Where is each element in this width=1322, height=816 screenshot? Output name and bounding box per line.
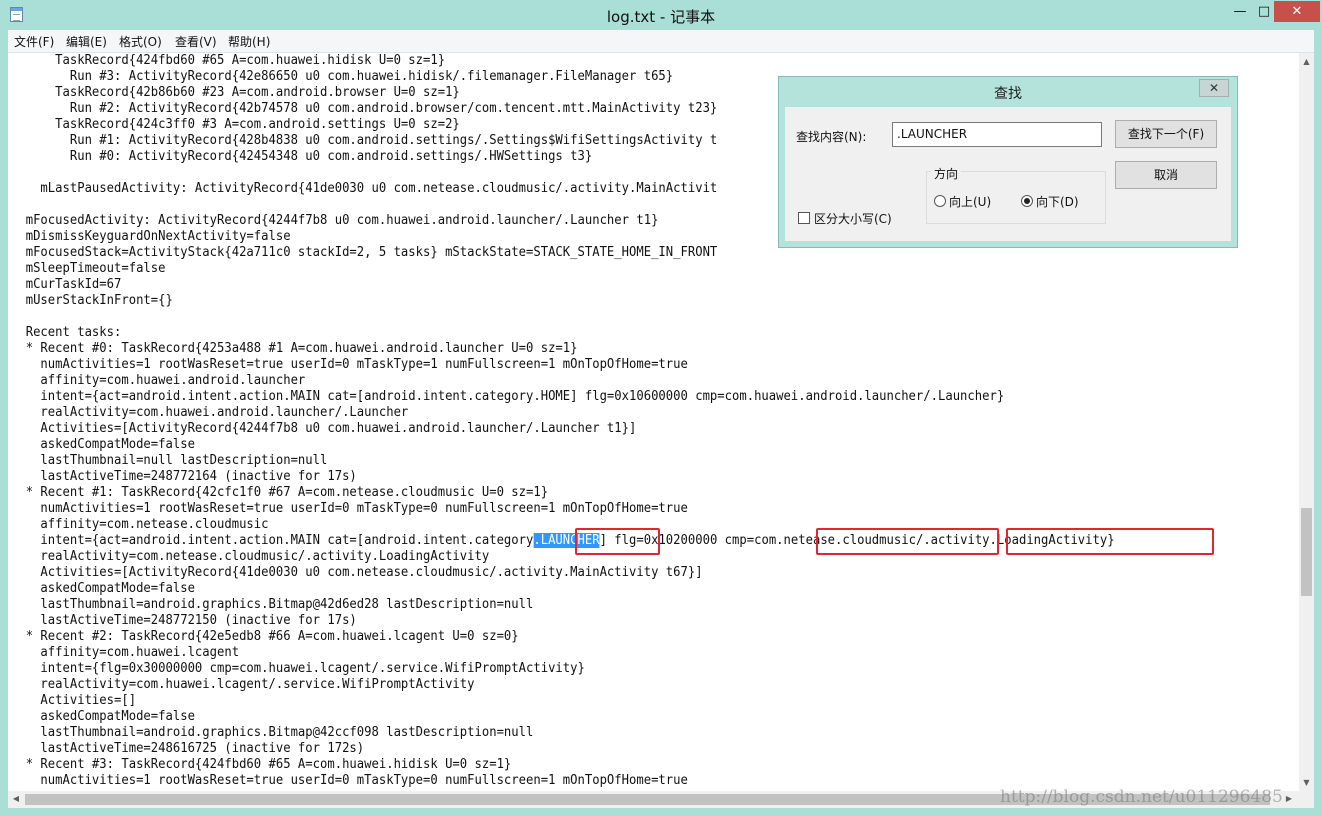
log-line: lastThumbnail=android.graphics.Bitmap@42… [11,725,534,740]
log-line: askedCompatMode=false [11,581,195,596]
scroll-right-arrow-icon[interactable]: ▶ [1284,794,1294,804]
log-line: Activities=[ActivityRecord{4244f7b8 u0 c… [11,421,637,436]
log-line: askedCompatMode=false [11,709,195,724]
log-line: intent={flg=0x30000000 cmp=com.huawei.lc… [11,661,585,676]
log-line: mSleepTimeout=false [11,261,166,276]
log-line: affinity=com.huawei.android.launcher [11,373,306,388]
log-line: lastThumbnail=android.graphics.Bitmap@42… [11,597,534,612]
scroll-up-arrow-icon[interactable]: ▲ [1301,57,1312,67]
highlight-box-launcher [575,528,660,555]
log-line: * Recent #2: TaskRecord{42e5edb8 #66 A=c… [11,629,519,644]
log-line: Activities=[ActivityRecord{41de0030 u0 c… [11,565,703,580]
log-line: intent={act=android.intent.action.MAIN c… [11,389,1005,404]
menu-format[interactable]: 格式(O) [119,33,162,50]
direction-label: 方向 [931,165,962,182]
intent-line-pre: intent={act=android.intent.action.MAIN c… [11,533,534,548]
find-dialog-close-button[interactable]: ✕ [1199,79,1229,97]
menu-file[interactable]: 文件(F) [14,33,54,50]
notepad-window: log.txt - 记事本 — □ ✕ 文件(F) 编辑(E) 格式(O) 查看… [0,0,1322,816]
minimize-button[interactable]: — [1226,1,1254,22]
title-bar[interactable]: log.txt - 记事本 — □ ✕ [0,0,1322,30]
direction-up-radio[interactable] [934,195,946,207]
scroll-corner [1299,791,1314,808]
menu-edit[interactable]: 编辑(E) [66,33,107,50]
find-what-label: 查找内容(N): [796,130,867,144]
log-line: mCurTaskId=67 [11,277,122,292]
cancel-button[interactable]: 取消 [1115,161,1217,189]
log-line: * Recent #3: TaskRecord{424fbd60 #65 A=c… [11,757,512,772]
log-line: askedCompatMode=false [11,437,195,452]
find-dialog-title: 查找 [994,86,1022,102]
find-what-input[interactable]: .LAUNCHER [892,122,1102,147]
scroll-down-arrow-icon[interactable]: ▼ [1301,778,1312,788]
log-line: lastActiveTime=248772150 (inactive for 1… [11,613,357,628]
log-line: lastActiveTime=248616725 (inactive for 1… [11,741,365,756]
match-case-label: 区分大小写(C) [814,212,892,226]
watermark: http://blog.csdn.net/u011296485 [1000,787,1283,807]
log-line: affinity=com.huawei.lcagent [11,645,240,660]
log-line: numActivities=1 rootWasReset=true userId… [11,773,688,788]
menu-bar: 文件(F) 编辑(E) 格式(O) 查看(V) 帮助(H) [8,30,1314,53]
log-line: numActivities=1 rootWasReset=true userId… [11,501,688,516]
highlight-box-activity [1006,528,1214,555]
log-line: * Recent #0: TaskRecord{4253a488 #1 A=co… [11,341,578,356]
log-line: lastActiveTime=248772164 (inactive for 1… [11,469,357,484]
menu-view[interactable]: 查看(V) [175,33,217,50]
maximize-button[interactable]: □ [1254,1,1274,22]
scroll-left-arrow-icon[interactable]: ◀ [11,794,21,804]
log-line: Recent tasks: [11,325,122,340]
vertical-scroll-thumb[interactable] [1301,508,1312,596]
highlight-box-package [816,528,999,555]
direction-up-label: 向上(U) [949,195,992,209]
log-line: * Recent #1: TaskRecord{42cfc1f0 #67 A=c… [11,485,549,500]
direction-down-label: 向下(D) [1036,195,1079,209]
log-line: TaskRecord{424fbd60 #65 A=com.huawei.hid… [11,53,446,68]
menu-help[interactable]: 帮助(H) [228,33,270,50]
window-title: log.txt - 记事本 [606,8,716,26]
vertical-scrollbar[interactable]: ▲ ▼ [1299,53,1314,791]
log-line: realActivity=com.huawei.android.launcher… [11,405,409,420]
close-button[interactable]: ✕ [1274,1,1320,22]
find-next-button[interactable]: 查找下一个(F) [1115,120,1217,148]
log-line: numActivities=1 rootWasReset=true userId… [11,357,688,372]
direction-down-radio[interactable] [1021,195,1033,207]
log-line: lastThumbnail=null lastDescription=null [11,453,328,468]
log-line: Activities=[] [11,693,137,708]
log-line: realActivity=com.huawei.lcagent/.service… [11,677,475,692]
log-line: mUserStackInFront={} [11,293,173,308]
match-case-checkbox[interactable] [798,212,810,224]
find-dialog: 查找 ✕ 查找内容(N): .LAUNCHER 查找下一个(F) 取消 方向 向… [778,76,1238,248]
find-dialog-body: 查找内容(N): .LAUNCHER 查找下一个(F) 取消 方向 向上(U) … [785,107,1231,241]
